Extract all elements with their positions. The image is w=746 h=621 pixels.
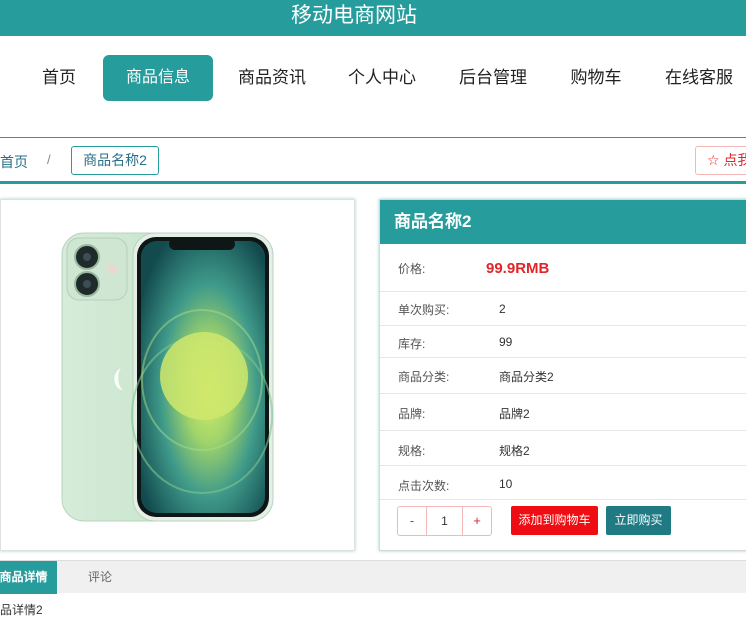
collect-button[interactable]: ☆ 点我收藏: [695, 146, 746, 175]
attribute-row: 库存: 99: [380, 326, 746, 358]
quantity-decrease-button[interactable]: -: [397, 506, 427, 536]
attribute-label: 点击次数:: [398, 479, 450, 493]
quantity-increase-button[interactable]: +: [462, 506, 492, 536]
breadcrumb: 首页 / 商品名称2 ☆ 点我收藏: [0, 137, 746, 184]
nav-item-cart[interactable]: 购物车: [570, 55, 622, 101]
attribute-label: 规格:: [398, 444, 426, 458]
breadcrumb-current: 商品名称2: [71, 146, 159, 175]
attribute-label: 库存:: [398, 337, 426, 351]
site-title: 移动电商网站: [291, 4, 417, 27]
attribute-value: 品牌2: [499, 407, 530, 421]
nav-item-products[interactable]: 商品信息: [103, 55, 213, 101]
attribute-row: 点击次数: 10: [380, 466, 746, 500]
attribute-label: 商品分类:: [398, 370, 450, 384]
product-info-panel: 商品名称2 价格: 99.9RMB 单次购买: 2 库存: 99 商品分类: 商…: [379, 199, 746, 551]
product-image-panel: [0, 199, 355, 551]
breadcrumb-home-link[interactable]: 首页: [0, 152, 28, 172]
attribute-row: 品牌: 品牌2: [380, 394, 746, 431]
breadcrumb-separator: /: [47, 152, 51, 167]
buy-now-button[interactable]: 立即购买: [606, 506, 671, 535]
nav-item-service[interactable]: 在线客服: [665, 55, 733, 101]
attribute-value: 2: [499, 302, 506, 316]
nav-item-admin[interactable]: 后台管理: [459, 55, 527, 101]
top-header: 移动电商网站: [0, 0, 746, 36]
main-nav: 首页 商品信息 商品资讯 个人中心 后台管理 购物车 在线客服: [0, 36, 746, 138]
attribute-row: 单次购买: 2: [380, 292, 746, 326]
price-value: 99.9RMB: [486, 260, 550, 277]
detail-tabs: 商品详情 评论: [0, 560, 746, 594]
attribute-value: 规格2: [499, 444, 530, 458]
product-name: 商品名称2: [380, 200, 746, 244]
quantity-input[interactable]: 1: [426, 506, 463, 536]
tab-product-details[interactable]: 商品详情: [0, 561, 57, 594]
attribute-value: 10: [499, 477, 513, 491]
tab-comments[interactable]: 评论: [78, 561, 122, 594]
price-row: 价格: 99.9RMB: [380, 244, 746, 292]
attribute-value: 99: [499, 335, 513, 349]
attribute-row: 规格: 规格2: [380, 431, 746, 466]
product-image: [61, 232, 274, 522]
nav-item-home[interactable]: 首页: [42, 55, 76, 101]
attribute-label: 品牌:: [398, 407, 426, 421]
attribute-value: 商品分类2: [499, 370, 554, 384]
product-detail-text: 商品详情2: [0, 603, 43, 617]
nav-item-news[interactable]: 商品资讯: [238, 55, 306, 101]
attribute-label: 单次购买:: [398, 303, 450, 317]
nav-item-profile[interactable]: 个人中心: [348, 55, 416, 101]
price-label: 价格:: [398, 262, 426, 276]
add-to-cart-button[interactable]: 添加到购物车: [511, 506, 598, 535]
attribute-row: 商品分类: 商品分类2: [380, 358, 746, 394]
